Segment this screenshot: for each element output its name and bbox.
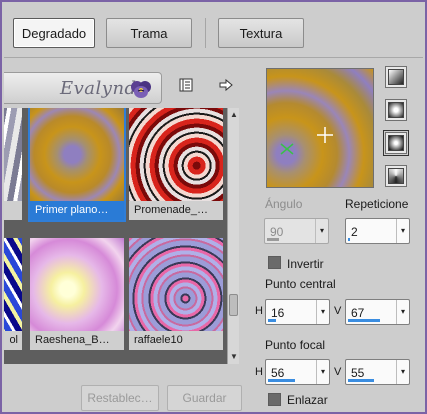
sunburst-style-button[interactable] — [383, 130, 409, 156]
angle-level-bar — [267, 238, 279, 241]
focal-v-level-bar — [348, 379, 374, 382]
scroll-up-icon[interactable]: ▲ — [228, 109, 239, 121]
gallery-scrollbar[interactable]: ▲ ▼ — [227, 108, 239, 364]
focal-v-spinbox[interactable]: 55 ▾ — [345, 359, 410, 385]
gradient-preview[interactable] — [266, 68, 374, 188]
arrow-right-icon[interactable] — [218, 77, 234, 93]
linear-style-button[interactable] — [385, 66, 407, 88]
center-v-spinbox[interactable]: 67 ▾ — [345, 299, 410, 325]
rectangular-style-button[interactable] — [385, 99, 407, 121]
center-h-spinbox[interactable]: 16 ▾ — [265, 299, 330, 325]
tab-degradado[interactable]: Degradado — [13, 18, 95, 48]
tab-trama[interactable]: Trama — [106, 18, 192, 48]
radial-style-button[interactable] — [385, 165, 407, 187]
chevron-down-icon[interactable]: ▾ — [396, 300, 409, 324]
focal-h-label: H — [255, 366, 263, 378]
book-icon[interactable] — [178, 77, 194, 93]
focal-v-label: V — [334, 366, 342, 378]
pansy-flower-icon — [131, 81, 151, 98]
chevron-down-icon[interactable]: ▾ — [316, 300, 329, 324]
save-button[interactable]: Guardar — [167, 385, 242, 411]
chevron-down-icon[interactable]: ▾ — [396, 360, 409, 384]
invert-checkbox[interactable] — [268, 256, 281, 269]
focal-point-label: Punto focal — [265, 338, 326, 352]
focal-h-spinbox[interactable]: 56 ▾ — [265, 359, 330, 385]
scrollbar-thumb[interactable] — [229, 294, 238, 316]
gradient-thumb[interactable]: ol — [4, 238, 22, 350]
link-checkbox[interactable] — [268, 393, 281, 406]
link-label[interactable]: Enlazar — [287, 393, 328, 407]
repeats-label: Repeticione — [345, 197, 409, 211]
repeats-spinbox[interactable]: 2 ▾ — [345, 218, 410, 244]
chevron-down-icon[interactable]: ▾ — [396, 219, 409, 243]
angle-spinbox: 90 ▾ — [264, 218, 329, 244]
center-v-level-bar — [348, 319, 380, 322]
header-divider — [4, 57, 423, 58]
gradient-gallery: Primer plano… Promenade_… ol Raeshena_B…… — [4, 108, 239, 364]
gradient-thumb[interactable]: Raeshena_B… — [30, 238, 124, 350]
focal-point-marker[interactable] — [267, 69, 374, 188]
gradient-thumb[interactable]: raffaele10 — [129, 238, 223, 350]
reset-button[interactable]: Restablec… — [81, 385, 159, 411]
angle-label: Ángulo — [265, 197, 303, 211]
center-point-label: Punto central — [265, 277, 336, 291]
gradient-thumb[interactable]: Promenade_… — [129, 108, 223, 220]
tab-textura[interactable]: Textura — [218, 18, 304, 48]
chevron-down-icon: ▾ — [315, 219, 328, 243]
scroll-down-icon[interactable]: ▼ — [228, 351, 239, 363]
invert-label[interactable]: Invertir — [287, 257, 324, 271]
category-banner[interactable]: Evalynda — [4, 72, 162, 104]
center-v-label: V — [334, 305, 342, 317]
gradient-dialog: Degradado Trama Textura Evalynda Primer … — [0, 0, 427, 414]
gradient-thumb[interactable] — [4, 108, 22, 220]
focal-h-level-bar — [268, 379, 295, 382]
center-h-level-bar — [268, 319, 276, 322]
tab-divider — [205, 18, 206, 48]
repeats-level-bar — [348, 238, 350, 241]
center-h-label: H — [255, 305, 263, 317]
chevron-down-icon[interactable]: ▾ — [316, 360, 329, 384]
gradient-thumb-selected[interactable]: Primer plano… — [28, 108, 126, 222]
